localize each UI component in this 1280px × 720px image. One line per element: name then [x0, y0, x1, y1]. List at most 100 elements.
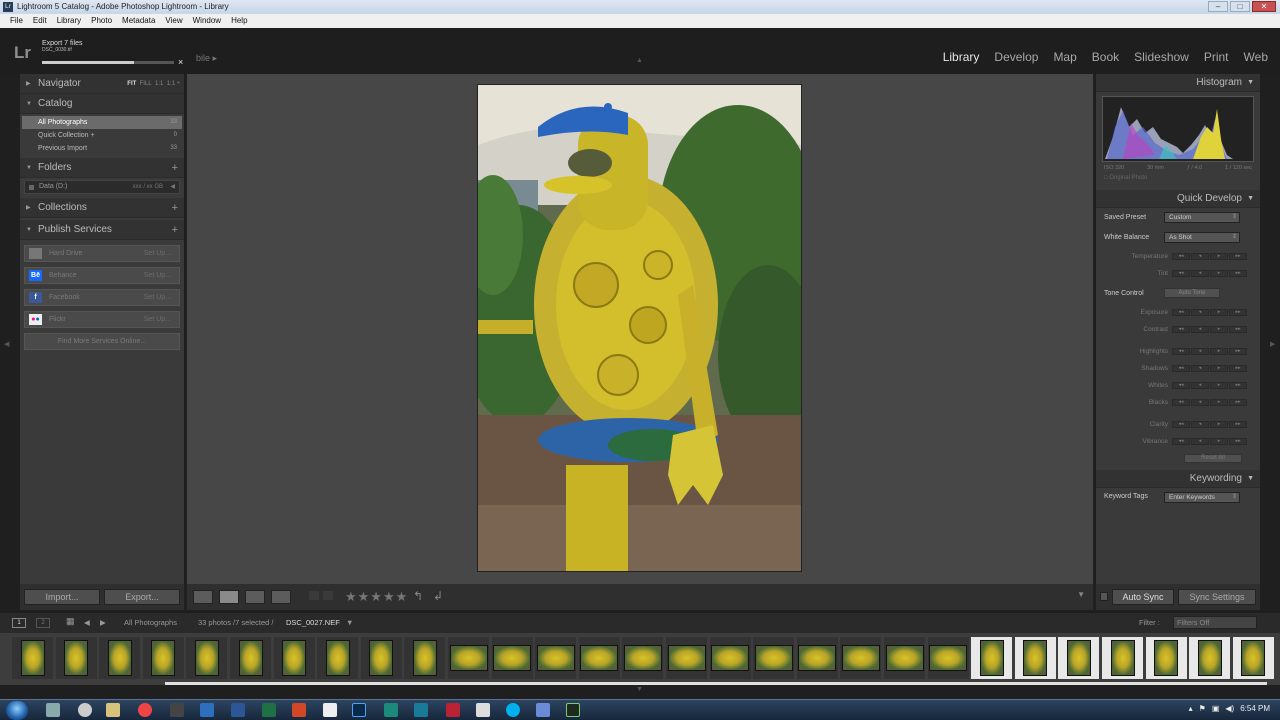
module-map[interactable]: Map: [1053, 50, 1076, 64]
start-button[interactable]: [6, 701, 28, 720]
filmstrip-thumbnail[interactable]: [578, 637, 620, 679]
navigator-header[interactable]: ▶ Navigator FIT FILL 1:1 1:1 ÷: [20, 74, 184, 94]
clock[interactable]: 6:54 PM: [1240, 704, 1270, 713]
filmstrip-thumbnail[interactable]: [884, 637, 925, 679]
filmstrip-thumbnail[interactable]: [491, 637, 533, 679]
skype-icon[interactable]: [506, 703, 520, 717]
filmstrip-thumbnail[interactable]: [360, 637, 402, 679]
zoom-custom[interactable]: 1:1 ÷: [167, 81, 180, 87]
main-photo[interactable]: [477, 84, 802, 572]
show-desktop-icon[interactable]: [46, 703, 60, 717]
left-panel-toggle-icon[interactable]: ◀: [4, 340, 9, 348]
chrome-icon[interactable]: [138, 703, 152, 717]
add-publish-service-icon[interactable]: +: [172, 220, 178, 240]
publish-services-header[interactable]: ▼ Publish Services +: [20, 220, 184, 240]
module-develop[interactable]: Develop: [994, 50, 1038, 64]
media-icon[interactable]: [78, 703, 92, 717]
main-window-button[interactable]: 1: [12, 618, 26, 628]
filmstrip-scrollbar[interactable]: [165, 682, 1267, 685]
flag-icon[interactable]: [309, 591, 319, 600]
bottom-panel-toggle-icon[interactable]: ▼: [636, 686, 643, 693]
menu-metadata[interactable]: Metadata: [117, 14, 160, 28]
adjust-buttons[interactable]: ◂◂ ◂ ▸ ▸▸: [1172, 399, 1247, 406]
folders-header[interactable]: ▼ Folders +: [20, 158, 184, 178]
current-file-menu-icon[interactable]: ▼: [346, 618, 353, 627]
rotate-left-icon[interactable]: ↰: [413, 589, 423, 603]
back-arrow-icon[interactable]: ◀: [84, 618, 90, 627]
filmstrip-thumbnail[interactable]: [840, 637, 882, 679]
publish-flickr[interactable]: ●● Flickr Set Up...: [24, 311, 180, 328]
filmstrip-thumbnail[interactable]: [1058, 637, 1100, 679]
auto-tone-button[interactable]: Auto Tone: [1164, 288, 1220, 298]
publish-hard-drive[interactable]: Hard Drive Set Up...: [24, 245, 180, 262]
menu-view[interactable]: View: [160, 14, 187, 28]
app-icon-4[interactable]: [536, 703, 550, 717]
filmstrip-thumbnail[interactable]: [1232, 637, 1274, 679]
filmstrip-thumbnail[interactable]: [709, 637, 751, 679]
publish-facebook[interactable]: f Facebook Set Up...: [24, 289, 180, 306]
add-folder-icon[interactable]: +: [172, 158, 178, 178]
zoom-1to1[interactable]: 1:1: [155, 81, 163, 87]
reject-flag-icon[interactable]: [323, 591, 333, 600]
publish-behance[interactable]: Bē Behance Set Up...: [24, 267, 180, 284]
top-panel-toggle-icon[interactable]: ▲: [636, 57, 643, 64]
filmstrip-thumbnail[interactable]: [186, 637, 228, 679]
star-rating[interactable]: ★★★★★: [345, 589, 408, 605]
filmstrip-thumbnail[interactable]: [142, 637, 184, 679]
find-more-services-button[interactable]: Find More Services Online...: [24, 333, 180, 350]
forward-arrow-icon[interactable]: ▶: [100, 618, 106, 627]
collections-header[interactable]: ▶ Collections +: [20, 198, 184, 218]
filmstrip-thumbnail[interactable]: [1189, 637, 1231, 679]
filmstrip-source[interactable]: All Photographs: [124, 618, 177, 627]
module-print[interactable]: Print: [1204, 50, 1229, 64]
filmstrip-thumbnail[interactable]: [1145, 637, 1187, 679]
grid-view-button[interactable]: [193, 590, 213, 604]
adjust-buttons[interactable]: ◂◂ ◂ ▸ ▸▸: [1172, 438, 1247, 445]
filmstrip-thumbnail[interactable]: [12, 637, 53, 679]
grid-icon[interactable]: ▦: [66, 616, 75, 627]
menu-file[interactable]: File: [5, 14, 28, 28]
menu-edit[interactable]: Edit: [28, 14, 52, 28]
minimize-button[interactable]: –: [1208, 1, 1228, 12]
drive-data-d[interactable]: Data (D:) xxx / xx GB ◀: [24, 180, 180, 194]
tray-flag-icon[interactable]: ⚑: [1199, 704, 1206, 713]
menu-window[interactable]: Window: [188, 14, 226, 28]
sync-settings-button[interactable]: Sync Settings: [1178, 589, 1256, 605]
keyword-tags-select[interactable]: Enter Keywords: [1164, 492, 1240, 503]
right-panel-toggle-icon[interactable]: ▶: [1270, 340, 1275, 348]
import-button[interactable]: Import...: [24, 589, 100, 605]
filmstrip-thumbnail[interactable]: [404, 637, 446, 679]
outlook-icon[interactable]: [200, 703, 214, 717]
acrobat-icon[interactable]: [446, 703, 460, 717]
tray-arrow-icon[interactable]: ▴: [1189, 704, 1193, 713]
keywording-header[interactable]: Keywording ▼: [1096, 470, 1260, 488]
catalog-item-all-photographs[interactable]: All Photographs 33: [22, 116, 182, 129]
zoom-fit[interactable]: FIT: [127, 81, 136, 87]
filmstrip-thumbnail[interactable]: [55, 637, 97, 679]
rotate-right-icon[interactable]: ↲: [433, 589, 443, 603]
app-icon-2[interactable]: [384, 703, 398, 717]
filmstrip-thumbnail[interactable]: [796, 637, 838, 679]
auto-sync-button[interactable]: Auto Sync: [1112, 589, 1174, 605]
catalog-item-previous-import[interactable]: Previous Import 33: [22, 142, 182, 155]
filmstrip-thumbnail[interactable]: [927, 637, 969, 679]
word-icon[interactable]: [231, 703, 245, 717]
compare-view-button[interactable]: [245, 590, 265, 604]
white-balance-select[interactable]: As Shot: [1164, 232, 1240, 243]
filmstrip-thumbnail[interactable]: [448, 637, 489, 679]
quick-develop-header[interactable]: Quick Develop ▼: [1096, 190, 1260, 208]
paint-icon[interactable]: [476, 703, 490, 717]
add-collection-icon[interactable]: +: [172, 198, 178, 218]
module-slideshow[interactable]: Slideshow: [1134, 50, 1189, 64]
photoshop-icon[interactable]: [352, 703, 366, 717]
folder-icon[interactable]: [106, 703, 120, 717]
close-button[interactable]: ✕: [1252, 1, 1276, 12]
module-web[interactable]: Web: [1244, 50, 1268, 64]
zoom-fill[interactable]: FILL: [140, 81, 152, 87]
filmstrip-thumbnail[interactable]: [1102, 637, 1143, 679]
survey-view-button[interactable]: [271, 590, 291, 604]
export-button[interactable]: Export...: [104, 589, 180, 605]
adjust-buttons[interactable]: ◂◂ ◂ ▸ ▸▸: [1172, 326, 1247, 333]
notepad-icon[interactable]: [323, 703, 337, 717]
maximize-button[interactable]: □: [1230, 1, 1250, 12]
